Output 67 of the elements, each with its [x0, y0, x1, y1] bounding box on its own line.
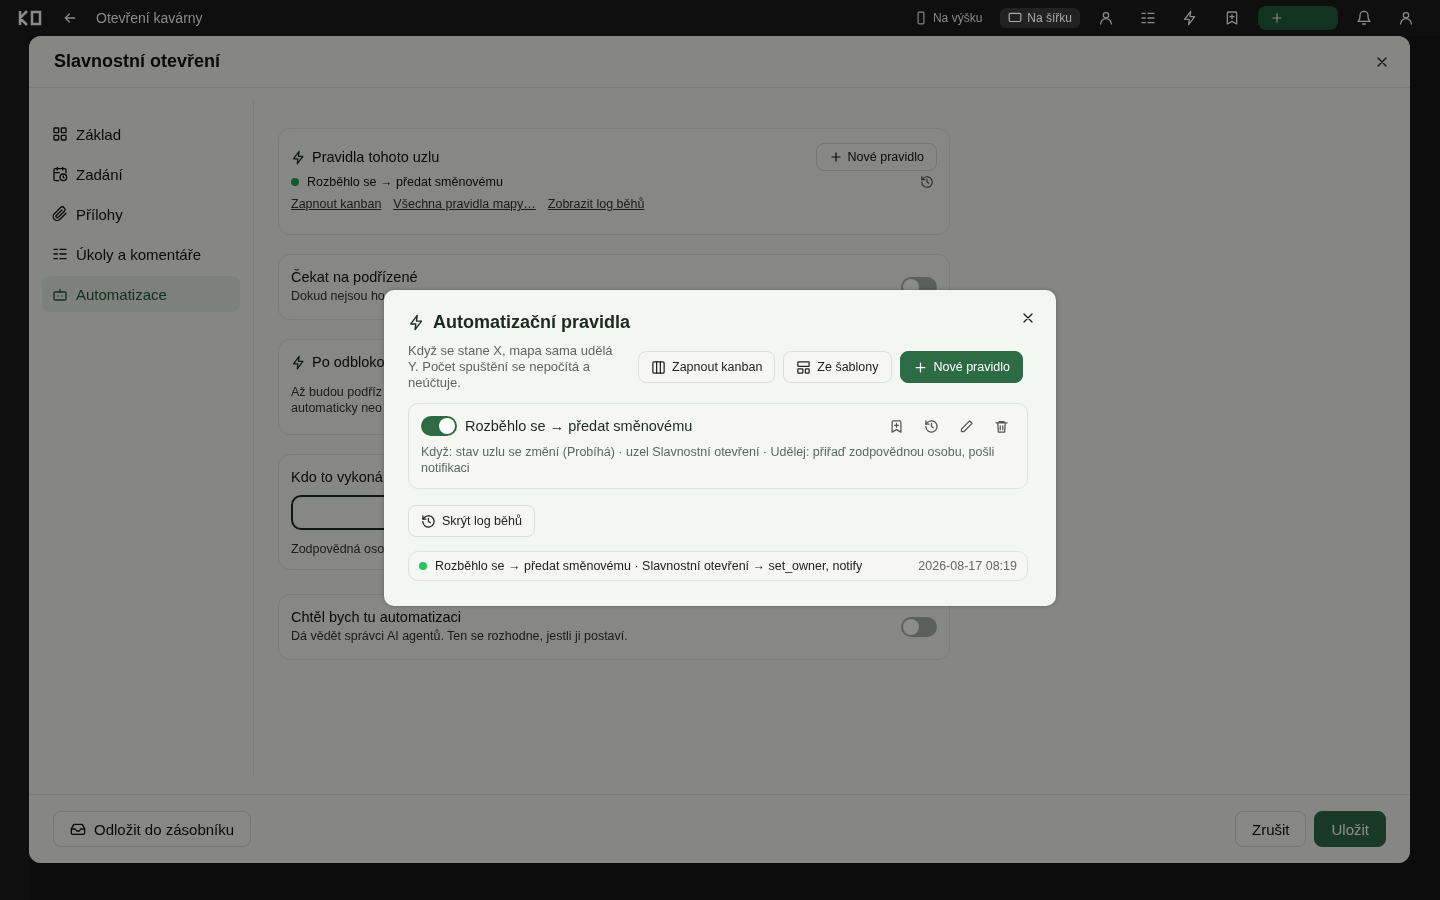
nav-item[interactable]: Zadání [42, 156, 240, 192]
plus-icon [828, 150, 843, 164]
rule-description: Když: stav uzlu se změní (Probíhá) · uzel Slavnostní otevření · Udělej: přiřaď zodpovědnou osobu, pošli notifikaci [421, 444, 996, 476]
history-icon [924, 418, 939, 434]
history-icon [421, 513, 436, 529]
inbox-icon [70, 821, 86, 837]
logo-icon [18, 9, 44, 27]
checklist-icon [1140, 10, 1156, 26]
robot-icon [52, 286, 68, 302]
card-description: Dá vědět správci AI agentů. Ten se rozhodne, jestli ji postaví. [291, 628, 628, 644]
plus-icon [912, 359, 928, 375]
trash-icon [994, 418, 1009, 434]
paperclip-icon [52, 206, 68, 222]
link[interactable]: Zapnout kanban [291, 197, 382, 211]
layout-icon [796, 359, 812, 375]
columns-icon [651, 359, 666, 375]
card-description: Dokud nejsou ho [291, 288, 385, 304]
nav-item[interactable]: Základ [42, 116, 240, 152]
user-icon [1098, 10, 1114, 26]
hide-log-button[interactable]: Skrýt log běhů [408, 505, 535, 537]
new-rule-button[interactable]: Nové pravidlo [815, 143, 937, 171]
cancel-button[interactable]: Zrušit [1235, 811, 1307, 847]
nav-item[interactable]: Přílohy [42, 196, 240, 232]
calendar-clock-icon [52, 166, 68, 182]
link[interactable]: Všechna pravidla mapy… [393, 197, 536, 211]
modal-title: Automatizační pravidla [433, 312, 631, 333]
grid-icon [52, 126, 68, 142]
nav-item[interactable]: Automatizace [42, 276, 240, 312]
card-title: Po odbloko [312, 354, 385, 370]
card-description: Až budou podříz automaticky neo [291, 384, 383, 416]
lightning-icon [291, 354, 306, 370]
card-title: Chtěl bych tu automatizaci [291, 609, 462, 625]
defer-button[interactable]: Odložit do zásobníku [53, 811, 252, 847]
link[interactable]: Zobrazit log běhů [547, 197, 645, 211]
rule-name: Rozběhlo se → předat směnovému [307, 175, 503, 189]
action-button[interactable]: Ze šablony [783, 351, 892, 383]
monitor-icon [1008, 11, 1023, 25]
nav-item[interactable]: Úkoly a komentáře [42, 236, 240, 272]
history-icon [920, 175, 934, 189]
toggle-switch[interactable] [901, 616, 937, 637]
bell-icon [1356, 10, 1372, 26]
dialog-title: Slavnostní otevření [54, 51, 222, 72]
lightning-icon [408, 314, 425, 331]
log-text: Rozběhlo se → předat směnovému · Slavnostní otevření → set_owner, notify [435, 559, 863, 573]
bookmark-plus-icon [889, 418, 904, 434]
view-toggle[interactable]: Na šířku [1000, 8, 1080, 28]
user-icon [1398, 10, 1414, 26]
map-title: Otevření kavárny [96, 10, 203, 26]
new-rule-button[interactable]: Nové pravidlo [899, 351, 1023, 383]
back-arrow-icon [62, 10, 78, 26]
field-hint: Zodpovědná oso [291, 541, 385, 557]
bookmark-plus-icon [1224, 10, 1240, 26]
plus-icon [1270, 11, 1284, 25]
toggle-switch[interactable] [421, 416, 457, 436]
card-title: Kdo to vykoná [291, 469, 383, 485]
lightning-icon [1182, 10, 1198, 26]
modal-description: Když se stane X, mapa sama udělá Y. Počet spuštění se nepočítá a neúčtuje. [408, 343, 614, 391]
view-toggle[interactable]: Na výšku [905, 8, 991, 28]
action-button[interactable]: Zapnout kanban [638, 351, 776, 383]
lightning-icon [291, 149, 306, 165]
card-title: Pravidla tohoto uzlu [312, 149, 440, 165]
save-button[interactable]: Uložit [1314, 811, 1386, 847]
checklist-icon [52, 246, 68, 262]
pencil-icon [959, 418, 974, 434]
log-time: 2026-08-17 08:19 [918, 559, 1017, 573]
card-title: Čekat na podřízené [291, 269, 418, 285]
rule-name: Rozběhlo se → předat směnovému [465, 418, 693, 434]
